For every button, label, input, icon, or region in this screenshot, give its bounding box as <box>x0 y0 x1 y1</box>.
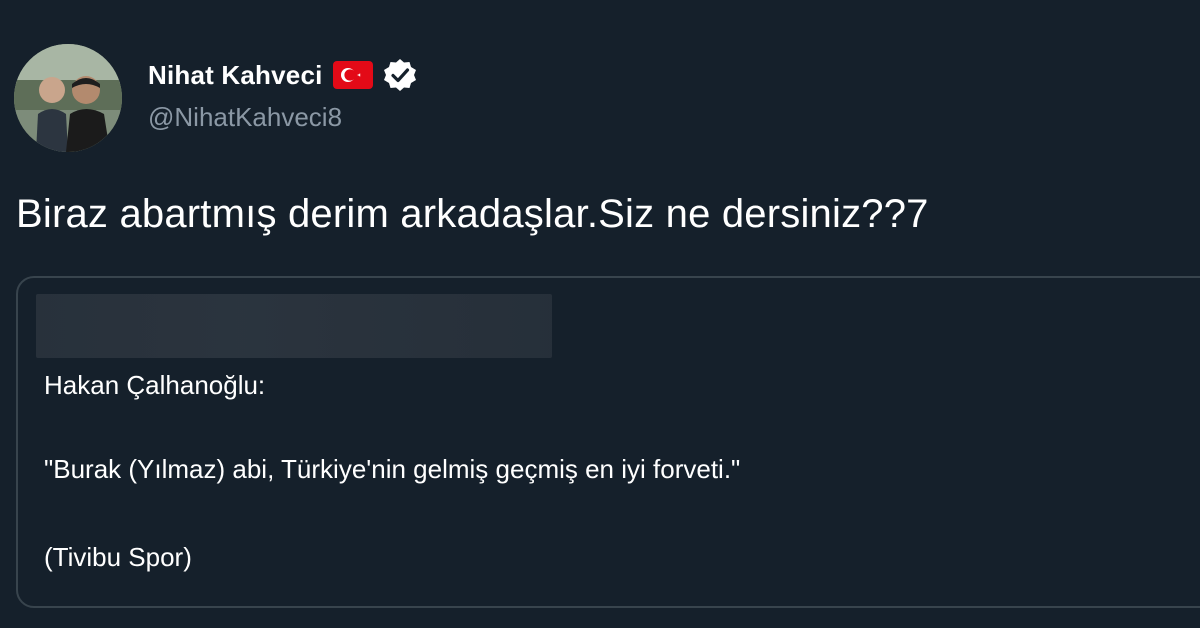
avatar-image <box>14 44 122 152</box>
author-name-row: Nihat Kahveci <box>148 58 417 92</box>
tweet-text: Biraz abartmış derim arkadaşlar.Siz ne d… <box>16 192 929 236</box>
author-display-name[interactable]: Nihat Kahveci <box>148 60 323 91</box>
quoted-tweet-line: "Burak (Yılmaz) abi, Türkiye'nin gelmiş … <box>44 454 741 484</box>
tweet-card: Nihat Kahveci @NihatKahveci8 Biraz abart… <box>0 0 1200 628</box>
avatar[interactable] <box>14 44 122 152</box>
quoted-tweet-line: (Tivibu Spor) <box>44 542 192 572</box>
blurred-quote-header <box>36 294 552 358</box>
verified-badge-icon <box>383 59 416 91</box>
quoted-tweet-card[interactable]: Hakan Çalhanoğlu: "Burak (Yılmaz) abi, T… <box>16 276 1200 608</box>
author-handle[interactable]: @NihatKahveci8 <box>148 102 342 133</box>
quoted-tweet-line: Hakan Çalhanoğlu: <box>44 370 266 400</box>
turkey-flag-icon <box>332 61 373 89</box>
